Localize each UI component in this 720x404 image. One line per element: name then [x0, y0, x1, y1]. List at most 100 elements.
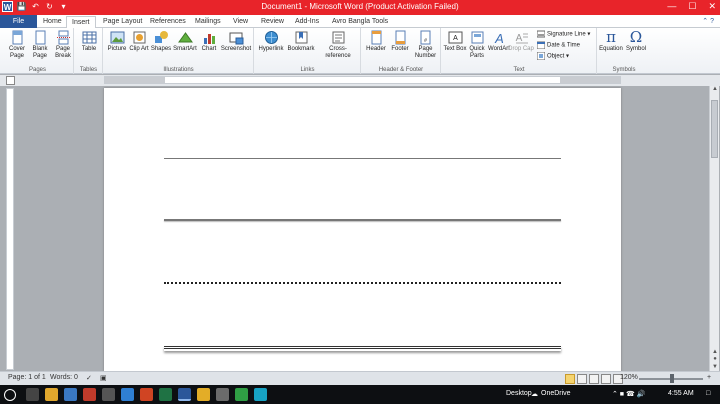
full-screen-reading-icon[interactable]	[577, 374, 587, 384]
bookmark-button[interactable]: Bookmark	[286, 30, 316, 53]
hyperlink-button[interactable]: Hyperlink	[257, 30, 285, 53]
cross-reference-button[interactable]: Cross-reference	[317, 30, 359, 60]
ribbon-controls: ⌃ ?	[702, 17, 714, 25]
title-bar: W 💾 ↶ ↻ ▾ Document1 - Microsoft Word (Pr…	[0, 0, 720, 15]
vertical-ruler[interactable]	[6, 88, 14, 370]
app-blue-icon[interactable]	[121, 388, 134, 401]
macro-recording-icon[interactable]: ▣	[100, 374, 107, 382]
tab-page-layout[interactable]: Page Layout	[98, 16, 147, 28]
horizontal-line-double[interactable]	[164, 346, 561, 351]
print-layout-view-icon[interactable]	[565, 374, 575, 384]
svg-text:A: A	[494, 31, 504, 45]
onedrive-label[interactable]: OneDrive	[541, 390, 571, 397]
desktop-toolbar[interactable]: Desktop	[506, 390, 532, 397]
shapes-button[interactable]: Shapes	[148, 30, 174, 53]
task-view-icon[interactable]	[26, 388, 39, 401]
signature-line-button[interactable]: Signature Line ▾	[537, 30, 590, 38]
scroll-up-icon[interactable]: ▲	[710, 86, 720, 92]
vertical-scrollbar[interactable]: ▲ ▲ ● ▼	[709, 86, 719, 371]
proofing-icon[interactable]: ✓	[86, 374, 92, 382]
svg-text:#: #	[424, 38, 427, 44]
drop-cap-button[interactable]: A Drop Cap	[508, 30, 534, 53]
minimize-button[interactable]: —	[667, 1, 676, 12]
group-label-symbols: Symbols	[612, 67, 636, 73]
web-layout-icon[interactable]	[589, 374, 599, 384]
notification-icon[interactable]: □	[706, 390, 710, 397]
page-break-icon	[56, 30, 70, 45]
window-title: Document1 - Microsoft Word (Product Acti…	[261, 2, 459, 11]
app-green-icon[interactable]	[235, 388, 248, 401]
prev-page-icon[interactable]: ▲	[710, 349, 720, 355]
omega-icon: Ω	[629, 28, 643, 46]
app-red-icon[interactable]	[83, 388, 96, 401]
tab-home[interactable]: Home	[38, 16, 67, 28]
maximize-button[interactable]: ☐	[688, 1, 696, 12]
tab-avro-bangla-tools[interactable]: Avro Bangla Tools	[327, 16, 393, 28]
zoom-percent[interactable]: 120%	[620, 374, 638, 381]
powerpoint-icon[interactable]	[140, 388, 153, 401]
symbol-button[interactable]: Ω Symbol	[623, 30, 649, 53]
zoom-in-icon[interactable]: +	[707, 374, 711, 381]
edge-icon[interactable]	[64, 388, 77, 401]
horizontal-line-thin[interactable]	[164, 158, 561, 159]
app-gray-icon[interactable]	[102, 388, 115, 401]
group-label-pages: Pages	[28, 67, 46, 73]
date-time-button[interactable]: Date & Time	[537, 41, 580, 49]
app-teal-icon[interactable]	[254, 388, 267, 401]
close-button[interactable]: ✕	[708, 1, 716, 12]
footer-button[interactable]: Footer	[387, 30, 413, 53]
start-icon[interactable]	[4, 389, 16, 401]
help-icon[interactable]: ?	[710, 18, 714, 25]
tab-view[interactable]: View	[228, 16, 253, 28]
equation-button[interactable]: π Equation	[598, 30, 624, 53]
word-window: W 💾 ↶ ↻ ▾ Document1 - Microsoft Word (Pr…	[0, 0, 720, 404]
app-dark-icon[interactable]	[216, 388, 229, 401]
scrollbar-thumb[interactable]	[711, 100, 718, 158]
chart-button[interactable]: Chart	[196, 30, 222, 53]
next-page-icon[interactable]: ▼	[710, 364, 720, 370]
text-box-icon: A	[448, 31, 462, 44]
object-button[interactable]: Object ▾	[537, 52, 569, 60]
table-button[interactable]: Table	[76, 30, 102, 53]
picture-icon	[110, 31, 124, 44]
page-number-icon: #	[420, 30, 431, 45]
onedrive-cloud-icon[interactable]: ☁	[531, 390, 538, 398]
screenshot-button[interactable]: Screenshot	[220, 30, 252, 53]
file-explorer-icon[interactable]	[45, 388, 58, 401]
smartart-button[interactable]: SmartArt	[172, 30, 198, 53]
outline-view-icon[interactable]	[601, 374, 611, 384]
word-taskbar-icon[interactable]	[178, 388, 191, 401]
blank-page-icon	[35, 30, 45, 45]
tab-selector[interactable]	[6, 76, 15, 85]
tab-review[interactable]: Review	[256, 16, 289, 28]
tab-references[interactable]: References	[145, 16, 191, 28]
browse-object-icon[interactable]: ●	[710, 356, 720, 362]
page-number-button[interactable]: # Page Number	[411, 30, 440, 60]
tab-add-ins[interactable]: Add-Ins	[290, 16, 324, 28]
horizontal-line-shadow[interactable]	[164, 219, 561, 221]
zoom-slider-thumb[interactable]	[670, 374, 674, 383]
window-controls: — ☐ ✕	[667, 1, 716, 12]
bookmark-icon	[295, 31, 307, 44]
horizontal-ruler[interactable]	[104, 76, 621, 84]
tab-file[interactable]: File	[0, 15, 37, 28]
document-page[interactable]	[104, 88, 621, 378]
collapse-ribbon-icon[interactable]: ⌃	[702, 18, 708, 25]
horizontal-line-dotted[interactable]	[164, 282, 561, 284]
quick-parts-icon	[471, 31, 483, 44]
group-illustrations: Picture Clip Art Shapes SmartArt Chart S…	[104, 28, 254, 74]
tab-insert[interactable]: Insert	[66, 16, 96, 28]
page-count[interactable]: Page: 1 of 1	[8, 374, 46, 381]
clock[interactable]: 4:55 AM	[668, 390, 694, 397]
table-icon	[82, 31, 96, 44]
header-icon	[371, 30, 381, 45]
system-tray-icons[interactable]: ⌃ ■ ☎ 🔊	[612, 390, 645, 398]
excel-icon[interactable]	[159, 388, 172, 401]
header-button[interactable]: Header	[363, 30, 389, 53]
tab-mailings[interactable]: Mailings	[190, 16, 226, 28]
page-break-button[interactable]: Page Break	[50, 30, 76, 60]
app-yellow-icon[interactable]	[197, 388, 210, 401]
group-label-tables: Tables	[79, 67, 98, 73]
word-count[interactable]: Words: 0	[50, 374, 78, 381]
clip-art-icon	[133, 31, 145, 44]
